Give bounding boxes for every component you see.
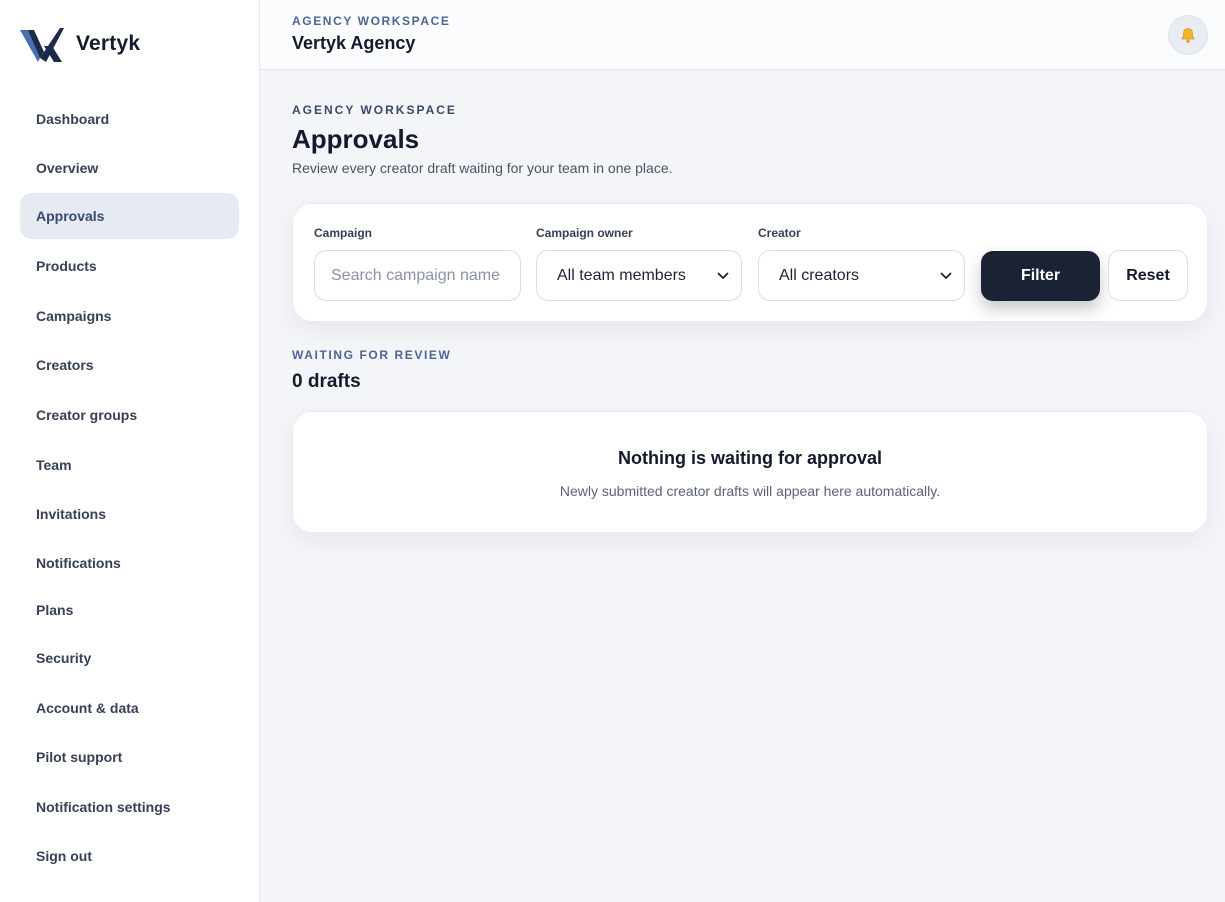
reset-button[interactable]: Reset <box>1108 250 1188 301</box>
filter-button[interactable]: Filter <box>981 251 1100 301</box>
sidebar-item-security[interactable]: Security <box>20 633 239 683</box>
page-subtitle: Review every creator draft waiting for y… <box>292 160 673 176</box>
campaign-label: Campaign <box>314 226 373 240</box>
sidebar-item-dashboard[interactable]: Dashboard <box>20 95 239 143</box>
bell-icon <box>1181 27 1195 43</box>
sidebar-item-team[interactable]: Team <box>20 440 239 489</box>
filter-card: Campaign Search campaign name Campaign o… <box>292 203 1208 322</box>
vertyk-logo-icon <box>20 28 64 62</box>
sidebar-item-sign-out[interactable]: Sign out <box>20 831 239 881</box>
review-eyebrow: WAITING FOR REVIEW <box>292 348 452 362</box>
sidebar-item-approvals[interactable]: Approvals <box>20 193 239 239</box>
sidebar-item-notifications[interactable]: Notifications <box>20 539 239 587</box>
sidebar-item-plans[interactable]: Plans <box>20 587 239 633</box>
campaign-owner-label: Campaign owner <box>536 226 633 240</box>
campaign-owner-select[interactable]: All team members <box>536 250 742 301</box>
sidebar-item-pilot-support[interactable]: Pilot support <box>20 732 239 782</box>
creator-label: Creator <box>758 226 801 240</box>
sidebar-item-invitations[interactable]: Invitations <box>20 489 239 539</box>
workspace-eyebrow: AGENCY WORKSPACE <box>292 14 451 28</box>
sidebar: Vertyk Dashboard Overview Approvals Prod… <box>0 0 260 902</box>
page-eyebrow: AGENCY WORKSPACE <box>292 103 457 117</box>
sidebar-item-notification-settings[interactable]: Notification settings <box>20 782 239 831</box>
workspace-title: Vertyk Agency <box>292 33 416 53</box>
sidebar-item-account-data[interactable]: Account & data <box>20 683 239 732</box>
sidebar-item-campaigns[interactable]: Campaigns <box>20 291 239 340</box>
chevron-down-icon <box>717 272 729 279</box>
empty-state-card: Nothing is waiting for approval Newly su… <box>292 411 1208 533</box>
creator-select[interactable]: All creators <box>758 250 965 301</box>
chevron-down-icon <box>940 272 952 279</box>
campaign-search-input[interactable]: Search campaign name <box>314 250 521 301</box>
topbar: AGENCY WORKSPACE Vertyk Agency <box>260 0 1225 70</box>
sidebar-item-overview[interactable]: Overview <box>20 143 239 193</box>
sidebar-item-creator-groups[interactable]: Creator groups <box>20 390 239 440</box>
empty-state-title: Nothing is waiting for approval <box>617 448 882 468</box>
sidebar-item-creators[interactable]: Creators <box>20 340 239 390</box>
sidebar-nav: Dashboard Overview Approvals Products Ca… <box>20 95 239 881</box>
page-title: Approvals <box>292 124 420 154</box>
brand-name: Vertyk <box>76 32 141 55</box>
notifications-button[interactable] <box>1168 15 1208 55</box>
brand[interactable]: Vertyk <box>20 24 140 64</box>
campaign-owner-value: All team members <box>557 266 686 284</box>
draft-count: 0 drafts <box>292 371 361 392</box>
creator-value: All creators <box>779 266 860 284</box>
empty-state-subtitle: Newly submitted creator drafts will appe… <box>559 483 941 499</box>
sidebar-item-products[interactable]: Products <box>20 241 239 291</box>
